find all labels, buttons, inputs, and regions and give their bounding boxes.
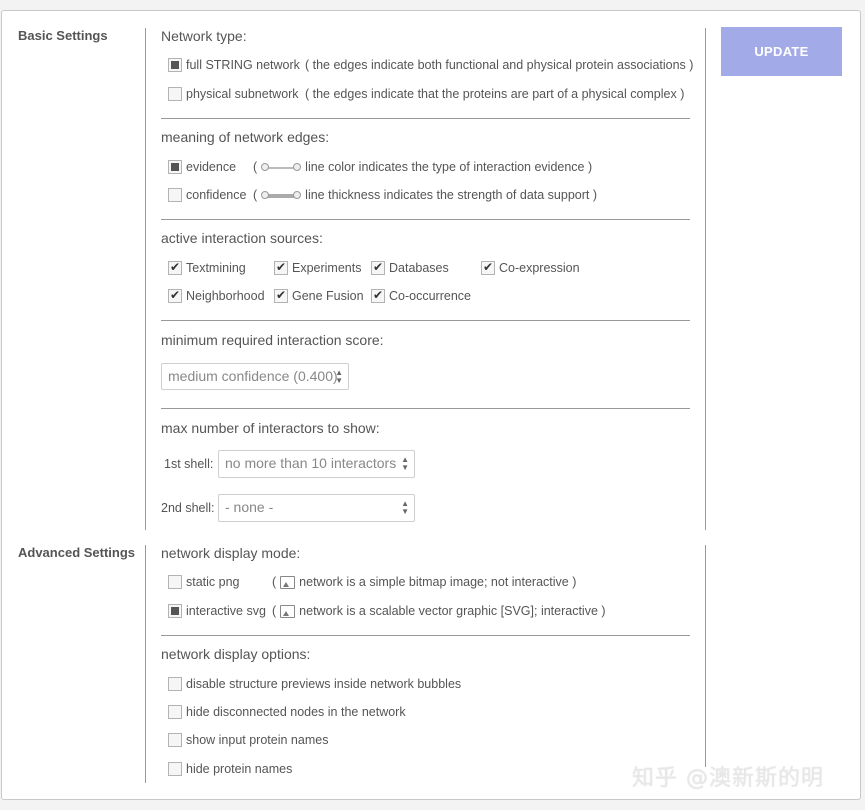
gene-fusion-checkbox[interactable] [274,288,288,303]
basic-settings-title: Basic Settings [18,28,108,43]
hide-disconnected-checkbox[interactable] [168,705,182,719]
physical-subnetwork-desc: ( the edges indicate that the proteins a… [305,87,685,101]
static-png-desc: network is a simple bitmap image; not in… [299,575,577,589]
update-button[interactable]: UPDATE [721,27,842,76]
confidence-radio[interactable] [168,188,182,202]
interactors-heading: max number of interactors to show: [161,420,380,436]
score-select-value: medium confidence (0.400) [168,368,338,384]
advanced-settings-title: Advanced Settings [18,545,136,560]
hide-protein-names-label: hide protein names [186,762,293,776]
interactive-svg-radio[interactable] [168,604,182,618]
select-arrows-icon: ▲ ▼ [401,455,409,472]
basic-right-divider [705,28,706,530]
first-shell-select[interactable]: no more than 10 interactors ▲ ▼ [218,450,415,478]
confidence-desc-group: ( line thickness indicates the strength o… [253,188,597,202]
divider [161,408,690,409]
evidence-desc: line color indicates the type of interac… [305,160,593,174]
advanced-right-divider [705,545,706,767]
display-mode-heading: network display mode: [161,545,301,561]
second-shell-label: 2nd shell: [161,501,215,515]
edge-thickness-icon [261,190,302,202]
image-icon [280,576,296,590]
experiments-checkbox[interactable] [274,260,288,275]
disable-previews-label: disable structure previews inside networ… [186,677,462,691]
second-shell-select[interactable]: - none - ▲ ▼ [218,494,415,522]
basic-left-divider [145,28,146,530]
hide-disconnected-label: hide disconnected nodes in the network [186,705,406,719]
databases-checkbox[interactable] [371,260,385,275]
divider [161,219,690,220]
databases-label: Databases [389,261,449,275]
show-input-names-label: show input protein names [186,733,329,747]
evidence-radio[interactable] [168,160,182,174]
textmining-label: Textmining [186,261,246,275]
physical-subnetwork-radio[interactable] [168,87,182,101]
coexpression-label: Co-expression [499,261,580,275]
second-shell-value: - none - [225,499,274,515]
cooccurrence-label: Co-occurrence [389,289,471,303]
experiments-label: Experiments [292,261,362,275]
static-png-desc-open: ( [272,575,277,589]
textmining-checkbox[interactable] [168,260,182,275]
static-png-label: static png [186,575,240,589]
confidence-desc-open: ( [253,188,258,202]
physical-subnetwork-label: physical subnetwork [186,87,299,101]
static-png-radio[interactable] [168,575,182,589]
first-shell-label: 1st shell: [164,457,214,471]
gene-fusion-label: Gene Fusion [292,289,364,303]
full-network-radio[interactable] [168,58,182,72]
sources-heading: active interaction sources: [161,230,323,246]
network-type-heading: Network type: [161,28,247,44]
edges-heading: meaning of network edges: [161,129,330,145]
interactive-svg-desc: network is a scalable vector graphic [SV… [299,604,606,618]
select-arrows-icon: ▲ ▼ [401,499,409,516]
full-network-desc: ( the edges indicate both functional and… [305,58,694,72]
display-options-heading: network display options: [161,646,311,662]
hide-protein-names-checkbox[interactable] [168,762,182,776]
score-heading: minimum required interaction score: [161,332,384,348]
first-shell-value: no more than 10 interactors [225,455,397,471]
disable-previews-checkbox[interactable] [168,677,182,691]
coexpression-checkbox[interactable] [481,260,495,275]
divider [161,118,690,119]
interactive-svg-label: interactive svg [186,604,266,618]
divider [161,635,690,636]
neighborhood-checkbox[interactable] [168,288,182,303]
cooccurrence-checkbox[interactable] [371,288,385,303]
neighborhood-label: Neighborhood [186,289,265,303]
advanced-left-divider [145,545,146,783]
select-arrows-icon: ▲ ▼ [335,368,343,385]
static-png-desc-group: ( network is a simple bitmap image; not i… [272,575,577,590]
evidence-desc-open: ( [253,160,258,174]
full-network-label: full STRING network [186,58,300,72]
evidence-label: evidence [186,160,237,174]
confidence-desc: line thickness indicates the strength of… [305,188,598,202]
show-input-names-checkbox[interactable] [168,733,182,747]
image-icon [280,605,296,619]
watermark: 知乎 @澳新斯的明 [632,766,824,791]
evidence-desc-group: ( line color indicates the type of intera… [253,160,592,174]
edge-color-icon [261,162,302,174]
confidence-label: confidence [186,188,247,202]
interactive-svg-desc-group: ( network is a scalable vector graphic [S… [272,604,606,619]
divider [161,320,690,321]
score-select[interactable]: medium confidence (0.400) ▲ ▼ [161,363,349,390]
interactive-svg-desc-open: ( [272,604,277,618]
